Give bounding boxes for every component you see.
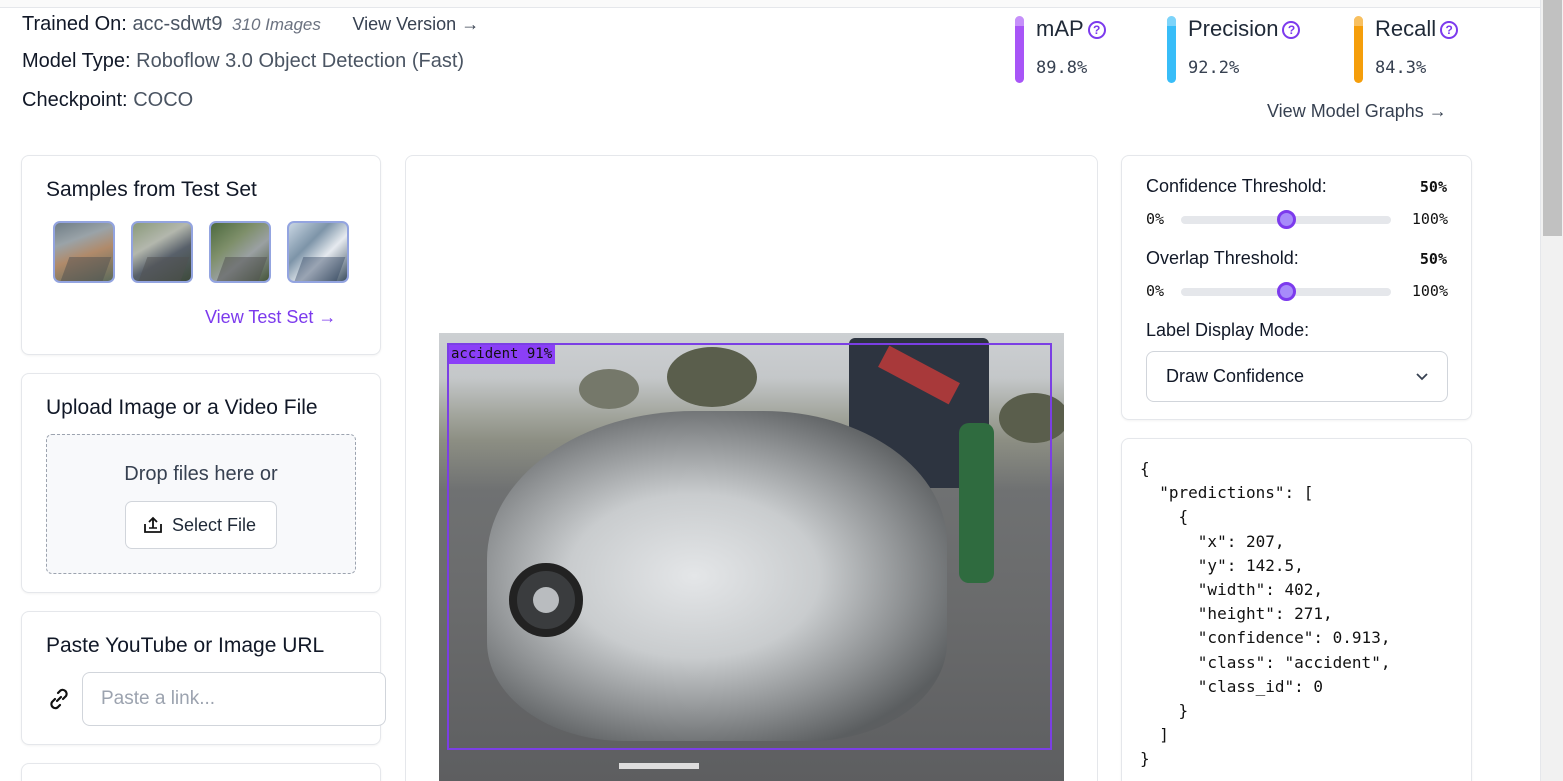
metric-precision: Precision? 92.2% [1167, 16, 1337, 84]
metric-bar [1354, 16, 1363, 83]
overlap-slider-row: 0% 100% [1146, 280, 1448, 302]
json-output-card: { "predictions": [ { "x": 207, "y": 142.… [1121, 438, 1472, 781]
view-model-graphs-label: View Model Graphs [1267, 101, 1424, 121]
arrow-right-icon: → [318, 307, 337, 327]
trained-on-value: acc-sdwt9 [132, 13, 223, 35]
confidence-slider-handle[interactable] [1276, 210, 1296, 229]
detection-label: accident 91% [449, 345, 556, 364]
view-version-link[interactable]: View Version → [352, 14, 479, 34]
checkpoint-label: Checkpoint: [22, 89, 128, 111]
slider-max: 100% [1411, 282, 1448, 300]
metric-value: 84.3% [1375, 58, 1427, 78]
view-test-set-link[interactable]: View Test Set → [205, 307, 336, 328]
checkpoint-row: Checkpoint: COCO [22, 89, 193, 112]
images-count: 310 Images [232, 15, 321, 34]
confidence-label: Confidence Threshold: [1146, 176, 1327, 196]
label-mode-value: Draw Confidence [1166, 366, 1305, 386]
select-file-button[interactable]: Select File [125, 501, 277, 549]
drop-text: Drop files here or [124, 463, 278, 485]
view-version-label: View Version [352, 14, 457, 34]
overlap-value: 50% [1419, 250, 1447, 268]
help-icon[interactable]: ? [1087, 21, 1106, 39]
preview-panel: accident 91% [405, 155, 1098, 781]
slider-min: 0% [1146, 210, 1165, 228]
metric-bar [1015, 16, 1024, 83]
view-test-set-label: View Test Set [205, 307, 314, 327]
chevron-down-icon [1416, 373, 1428, 381]
slider-max: 100% [1411, 210, 1448, 228]
trained-on-row: Trained On: acc-sdwt9 310 Images View Ve… [22, 13, 479, 36]
model-type-row: Model Type: Roboflow 3.0 Object Detectio… [22, 50, 464, 73]
help-icon[interactable]: ? [1440, 21, 1459, 39]
model-type-label: Model Type: [22, 50, 131, 72]
sample-thumbnail[interactable] [209, 221, 271, 283]
sample-thumbnail[interactable] [53, 221, 115, 283]
confidence-value: 50% [1419, 178, 1447, 196]
checkpoint-value: COCO [133, 89, 194, 111]
samples-title: Samples from Test Set [46, 178, 257, 201]
top-strip [0, 0, 1540, 8]
metric-label: mAP [1036, 16, 1084, 41]
scrollbar-thumb[interactable] [1543, 0, 1562, 236]
overlap-label: Overlap Threshold: [1146, 248, 1299, 268]
arrow-right-icon: → [461, 14, 480, 34]
label-mode-label: Label Display Mode: [1146, 320, 1310, 340]
metric-value: 92.2% [1188, 58, 1240, 78]
page-scrollbar[interactable] [1540, 0, 1563, 781]
link-icon [50, 688, 68, 710]
label-mode-select[interactable]: Draw Confidence [1146, 351, 1448, 402]
metric-map: mAP? 89.8% [1015, 16, 1165, 84]
select-file-label: Select File [172, 514, 257, 535]
dropzone[interactable]: Drop files here or Select File [46, 434, 356, 574]
metric-label: Recall [1375, 16, 1437, 41]
upload-title: Upload Image or a Video File [46, 396, 318, 419]
help-icon[interactable]: ? [1282, 21, 1301, 39]
json-output: { "predictions": [ { "x": 207, "y": 142.… [1140, 459, 1391, 769]
sample-thumbnail[interactable] [287, 221, 349, 283]
view-model-graphs-link[interactable]: View Model Graphs → [1267, 101, 1447, 122]
paste-url-title: Paste YouTube or Image URL [46, 634, 325, 657]
trained-on-label: Trained On: [22, 13, 127, 35]
confidence-slider-row: 0% 100% [1146, 208, 1448, 230]
metric-recall: Recall? 84.3% [1354, 16, 1494, 84]
model-type-value: Roboflow 3.0 Object Detection (Fast) [136, 50, 465, 72]
samples-card: Samples from Test Set View Test Set → [21, 155, 381, 355]
url-input[interactable] [82, 672, 386, 726]
paste-url-card: Paste YouTube or Image URL [21, 611, 386, 745]
overlap-slider-handle[interactable] [1276, 282, 1296, 301]
arrow-right-icon: → [1428, 101, 1447, 121]
metric-bar [1167, 16, 1176, 83]
accident-photo: accident 91% [439, 333, 1064, 781]
sample-thumbnail[interactable] [131, 221, 193, 283]
next-card [21, 763, 381, 781]
detection-box: accident 91% [447, 343, 1052, 750]
metric-label: Precision [1188, 16, 1279, 41]
slider-min: 0% [1146, 282, 1165, 300]
metric-value: 89.8% [1036, 58, 1088, 78]
settings-card: Confidence Threshold: 50% 0% 100% Overla… [1121, 155, 1472, 420]
upload-icon [144, 516, 162, 533]
upload-card: Upload Image or a Video File Drop files … [21, 373, 381, 593]
